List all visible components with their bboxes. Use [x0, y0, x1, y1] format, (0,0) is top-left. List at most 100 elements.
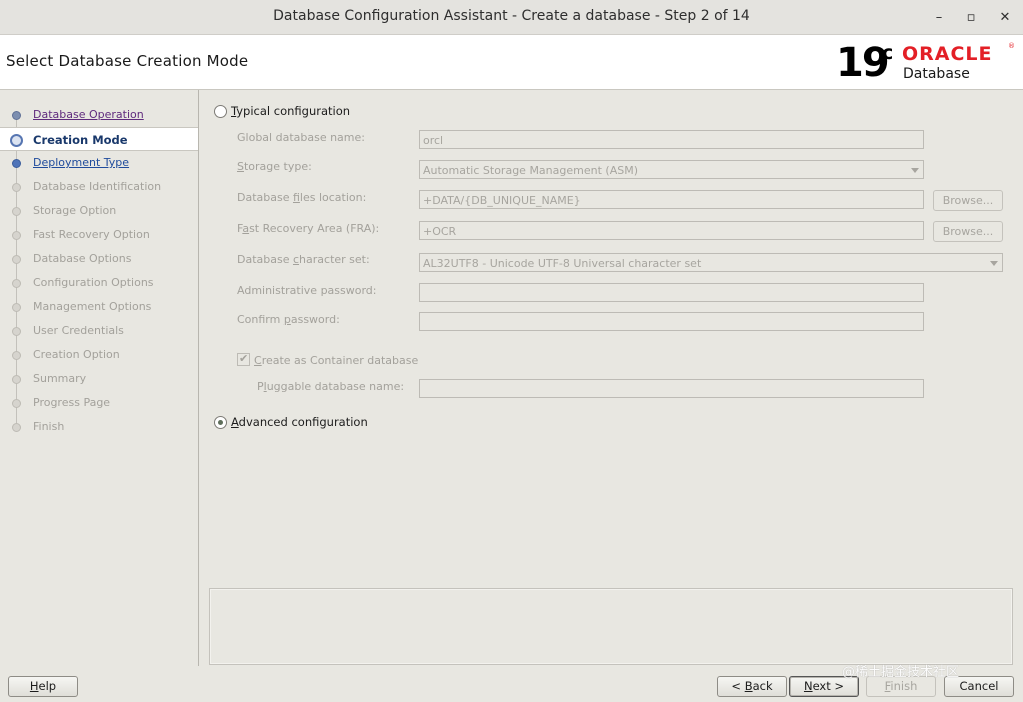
- admin-password-label: Administrative password:: [237, 284, 377, 297]
- confirm-password-input[interactable]: [419, 312, 924, 331]
- checkmark-icon: ✔: [239, 352, 249, 365]
- page-header: Select Database Creation Mode 19 c ORACL…: [0, 35, 1023, 90]
- button-label: elp: [38, 679, 57, 693]
- global-db-name-input[interactable]: orcl: [419, 130, 924, 149]
- step-pending-icon: [12, 207, 21, 216]
- page-title: Select Database Creation Mode: [6, 52, 249, 70]
- mnemonic: H: [29, 679, 39, 693]
- window-titlebar: Database Configuration Assistant - Creat…: [0, 0, 1023, 35]
- label-text: iles location:: [299, 191, 367, 204]
- container-db-label: Create as Container database: [254, 354, 418, 367]
- main-panel: Typical configuration Global database na…: [200, 90, 1023, 666]
- sidebar-item-storage-option: Storage Option: [0, 199, 198, 223]
- sidebar-item-label: User Credentials: [33, 324, 124, 337]
- label-text: ypical configuration: [236, 104, 351, 118]
- global-db-name-label: Global database name:: [237, 131, 365, 144]
- mnemonic: N: [803, 679, 813, 693]
- sidebar-item-label: Summary: [33, 372, 87, 385]
- select-value: AL32UTF8 - Unicode UTF-8 Universal chara…: [423, 257, 702, 270]
- charset-select[interactable]: AL32UTF8 - Unicode UTF-8 Universal chara…: [419, 253, 1003, 272]
- logo-version: 19: [836, 40, 890, 86]
- button-label: ack: [752, 679, 773, 693]
- sidebar-item-database-operation[interactable]: Database Operation: [0, 103, 198, 127]
- maximize-icon[interactable]: ▫: [962, 9, 980, 27]
- step-pending-icon: [12, 279, 21, 288]
- confirm-password-label: Confirm password:: [237, 313, 340, 326]
- label-text: assword:: [290, 313, 340, 326]
- step-pending-icon: [12, 255, 21, 264]
- step-pending-icon: [12, 231, 21, 240]
- logo-product: Database: [903, 66, 970, 82]
- typical-config-label[interactable]: Typical configuration: [231, 104, 350, 118]
- sidebar-item-label: Configuration Options: [33, 276, 154, 289]
- step-pending-icon: [12, 183, 21, 192]
- fra-label: Fast Recovery Area (FRA):: [237, 222, 379, 235]
- fra-browse-button[interactable]: Browse...: [933, 221, 1003, 242]
- mnemonic: f: [292, 191, 300, 204]
- minimize-icon[interactable]: –: [930, 9, 948, 27]
- sidebar-item-fast-recovery-option: Fast Recovery Option: [0, 223, 198, 247]
- sidebar-item-label: Database Identification: [33, 180, 162, 193]
- storage-type-select[interactable]: Automatic Storage Management (ASM): [419, 160, 924, 179]
- sidebar-item-label: Storage Option: [33, 204, 117, 217]
- db-files-location-label: Database files location:: [237, 191, 366, 204]
- step-pending-icon: [12, 423, 21, 432]
- help-button[interactable]: Help: [8, 676, 78, 697]
- label-text: Database: [237, 191, 293, 204]
- chevron-down-icon: [911, 168, 919, 173]
- close-icon[interactable]: ✕: [996, 9, 1014, 27]
- storage-type-label: Storage type:: [237, 160, 312, 173]
- oracle-logo: 19 c ORACLE ® Database: [834, 40, 1019, 86]
- advanced-config-label[interactable]: Advanced configuration: [231, 415, 368, 429]
- step-done-icon: [12, 111, 21, 120]
- logo-brand: ORACLE: [902, 43, 993, 65]
- sidebar-item-label: Deployment Type: [33, 156, 130, 169]
- label-text: torage type:: [243, 160, 312, 173]
- sidebar-item-label: Creation Option: [33, 348, 120, 361]
- back-button[interactable]: < Back: [717, 676, 787, 697]
- mnemonic: S: [237, 160, 244, 173]
- sidebar-item-creation-mode[interactable]: Creation Mode: [0, 127, 198, 151]
- message-area: [209, 588, 1013, 665]
- label-text: uggable database name:: [266, 380, 405, 393]
- advanced-config-radio[interactable]: [214, 416, 227, 429]
- admin-password-input[interactable]: [419, 283, 924, 302]
- button-label: ext >: [812, 679, 845, 693]
- step-pending-icon: [12, 399, 21, 408]
- typical-config-radio[interactable]: [214, 105, 227, 118]
- label-text: dvanced configuration: [238, 415, 368, 429]
- db-files-browse-button[interactable]: Browse...: [933, 190, 1003, 211]
- step-navigation: Database Operation Creation Mode Deploym…: [0, 90, 199, 666]
- button-label: inish: [890, 679, 918, 693]
- label-text: Confirm: [237, 313, 284, 326]
- db-files-location-input[interactable]: +DATA/{DB_UNIQUE_NAME}: [419, 190, 924, 209]
- sidebar-item-label: Finish: [33, 420, 65, 433]
- label-text: lobal database name:: [245, 131, 365, 144]
- pdb-name-input[interactable]: [419, 379, 924, 398]
- container-db-checkbox[interactable]: ✔: [237, 352, 250, 366]
- sidebar-item-label: Management Options: [33, 300, 152, 313]
- sidebar-item-deployment-type[interactable]: Deployment Type: [0, 151, 198, 175]
- label-text: Database: [237, 253, 293, 266]
- label-text: reate as Container database: [261, 354, 419, 367]
- label-text: G: [237, 131, 246, 144]
- fra-input[interactable]: +OCR: [419, 221, 924, 240]
- chevron-down-icon: [990, 261, 998, 266]
- logo-reg-mark: ®: [1008, 42, 1015, 50]
- step-pending-icon: [12, 327, 21, 336]
- mnemonic: C: [254, 354, 262, 367]
- sidebar-item-user-credentials: User Credentials: [0, 319, 198, 343]
- pdb-name-label: Pluggable database name:: [257, 380, 404, 393]
- select-value: Automatic Storage Management (ASM): [423, 164, 638, 177]
- sidebar-item-creation-option: Creation Option: [0, 343, 198, 367]
- sidebar-item-management-options: Management Options: [0, 295, 198, 319]
- sidebar-item-database-identification: Database Identification: [0, 175, 198, 199]
- sidebar-item-database-options: Database Options: [0, 247, 198, 271]
- sidebar-item-progress-page: Progress Page: [0, 391, 198, 415]
- window-title: Database Configuration Assistant - Creat…: [273, 8, 750, 24]
- sidebar-item-finish: Finish: [0, 415, 198, 439]
- label-text: haracter set:: [299, 253, 370, 266]
- step-pending-icon: [12, 303, 21, 312]
- label-text: P: [257, 380, 264, 393]
- step-link-icon: [12, 159, 21, 168]
